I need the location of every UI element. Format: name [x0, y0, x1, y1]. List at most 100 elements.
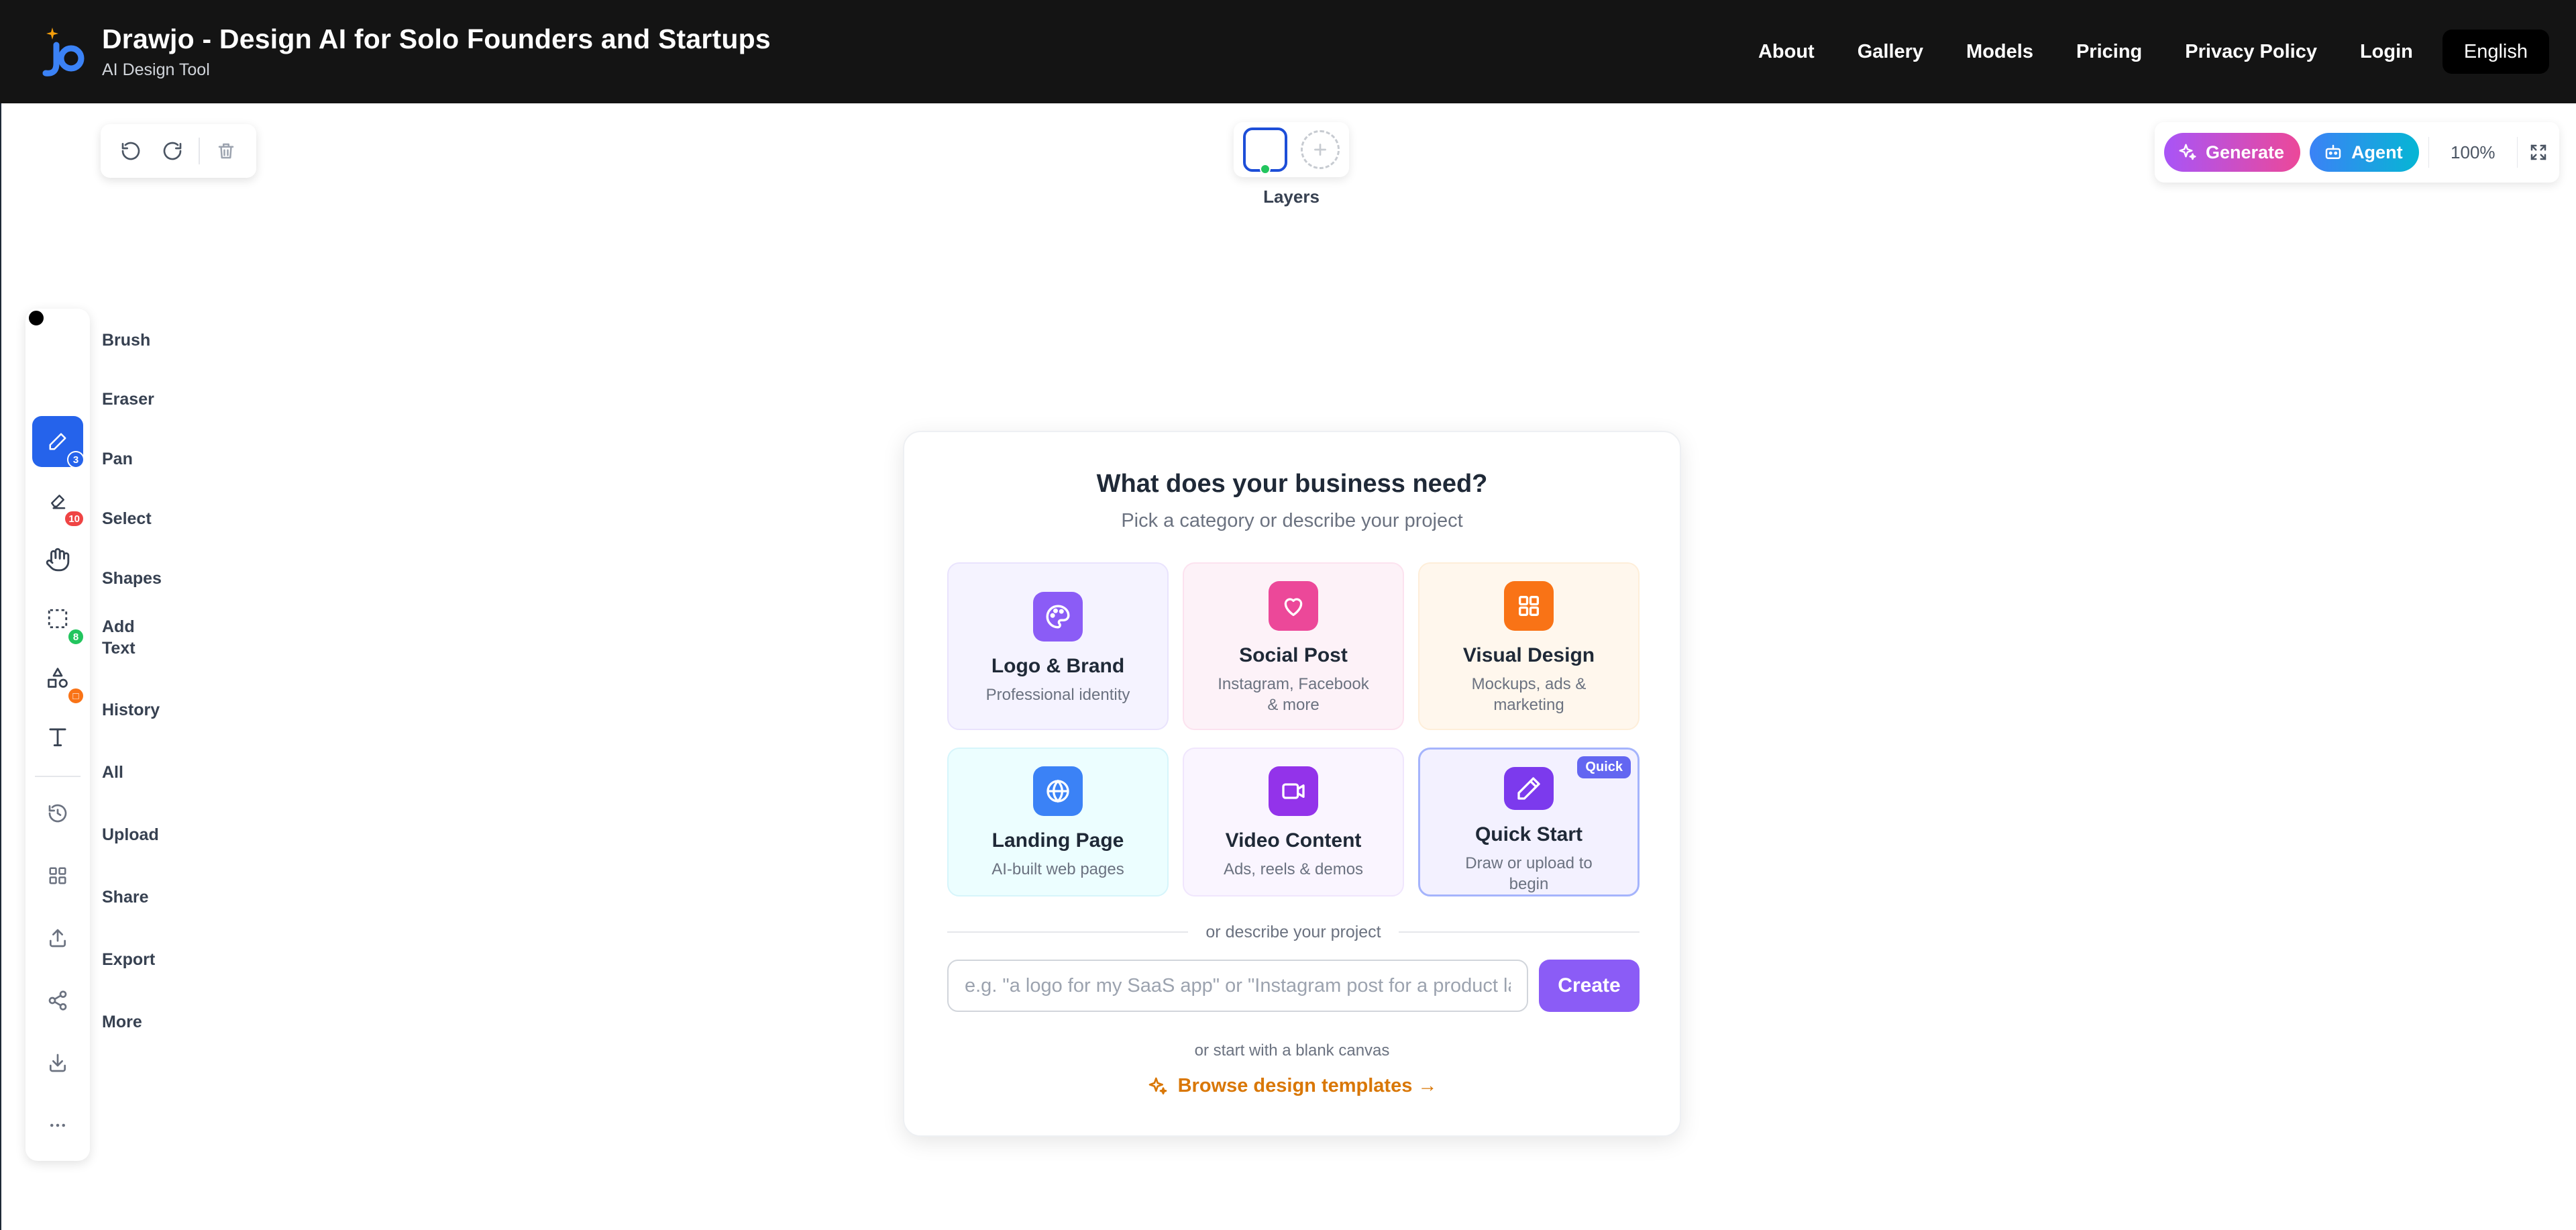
- brush-tool[interactable]: 3: [32, 416, 85, 468]
- shapes-badge: □: [67, 687, 85, 705]
- or-divider: or describe your project: [947, 922, 1640, 942]
- eraser-icon: [51, 495, 66, 509]
- zoom-level[interactable]: 100%: [2438, 142, 2508, 163]
- download-icon: [50, 1054, 66, 1072]
- pencil-icon: [1504, 767, 1554, 810]
- generate-button[interactable]: Generate: [2164, 133, 2301, 172]
- nav-gallery[interactable]: Gallery: [1836, 41, 1945, 63]
- divider: [2428, 137, 2430, 168]
- category-video-content[interactable]: Video Content Ads, reels & demos: [1183, 748, 1404, 896]
- divider-line: [947, 931, 1189, 933]
- language-selector[interactable]: English: [2442, 30, 2549, 74]
- eraser-size-badge: 10: [64, 510, 85, 527]
- select-label: Select: [102, 509, 152, 528]
- share-label: Share: [102, 888, 149, 907]
- add-text-label: Add Text: [102, 617, 136, 658]
- pan-tool[interactable]: [32, 534, 83, 585]
- layers-panel: [1234, 122, 1349, 177]
- card-title: What does your business need?: [1096, 470, 1488, 498]
- brush-label: Brush: [102, 331, 151, 350]
- generate-label: Generate: [2206, 142, 2285, 162]
- nav-login[interactable]: Login: [2339, 41, 2434, 63]
- upload-label: Upload: [102, 825, 159, 844]
- layers-label: Layers: [1263, 187, 1320, 207]
- active-layer-dot: [1260, 164, 1271, 174]
- design-canvas[interactable]: Layers Generate Agent 100% 3 10 8 □ Brus…: [0, 103, 2576, 1230]
- shapes-label: Shapes: [102, 569, 162, 588]
- trash-icon[interactable]: [211, 136, 241, 166]
- nav-privacy-policy[interactable]: Privacy Policy: [2163, 41, 2339, 63]
- heart-icon: [1269, 581, 1318, 631]
- category-desc: Instagram, Facebook & more: [1218, 675, 1369, 714]
- category-logo-brand[interactable]: Logo & Brand Professional identity: [947, 562, 1169, 730]
- color-indicator[interactable]: [27, 309, 46, 327]
- all-tool[interactable]: [32, 850, 83, 901]
- history-label: History: [102, 701, 160, 719]
- select-tool[interactable]: 8: [32, 593, 85, 646]
- nav-about[interactable]: About: [1737, 41, 1836, 63]
- divider-line: [1398, 931, 1640, 933]
- category-title: Quick Start: [1474, 823, 1583, 845]
- add-layer-button[interactable]: [1301, 130, 1340, 169]
- category-title: Video Content: [1225, 829, 1362, 852]
- category-title: Logo & Brand: [991, 655, 1125, 677]
- agent-button[interactable]: Agent: [2310, 133, 2419, 172]
- category-quick-start[interactable]: Quick Quick Start Draw or upload to begi…: [1418, 748, 1640, 896]
- export-tool[interactable]: [32, 1037, 83, 1088]
- category-desc: AI-built web pages: [991, 860, 1124, 878]
- brush-size-badge: 3: [67, 451, 85, 468]
- hand-icon: [46, 548, 70, 572]
- share-tool[interactable]: [32, 975, 83, 1026]
- more-tool[interactable]: [32, 1100, 83, 1151]
- video-icon: [1269, 766, 1318, 816]
- app-title: Drawjo - Design AI for Solo Founders and…: [102, 23, 771, 54]
- eraser-tool[interactable]: 10: [32, 475, 85, 527]
- category-landing-page[interactable]: Landing Page AI-built web pages: [947, 748, 1169, 896]
- nav-models[interactable]: Models: [1945, 41, 2055, 63]
- browse-templates-label: Browse design templates →: [1177, 1075, 1438, 1096]
- sparkles-icon: [1148, 1077, 1167, 1094]
- category-desc: Draw or upload to begin: [1465, 854, 1593, 893]
- category-social-post[interactable]: Social Post Instagram, Facebook & more: [1183, 562, 1404, 730]
- fullscreen-icon[interactable]: [2527, 137, 2550, 168]
- project-description-input[interactable]: [947, 960, 1528, 1012]
- drawjo-logo[interactable]: [31, 23, 87, 80]
- history-icon: [48, 804, 67, 823]
- business-needs-card: What does your business need? Pick a cat…: [903, 431, 1681, 1137]
- divider: [2516, 137, 2518, 168]
- text-icon: [49, 728, 66, 747]
- top-navbar: Drawjo - Design AI for Solo Founders and…: [0, 0, 2576, 103]
- grid-icon: [49, 867, 66, 884]
- select-icon: [48, 609, 68, 629]
- category-title: Social Post: [1239, 644, 1348, 666]
- more-icon: [50, 1123, 65, 1127]
- agent-label: Agent: [2351, 142, 2403, 162]
- brand[interactable]: Drawjo - Design AI for Solo Founders and…: [31, 23, 771, 80]
- category-title: Landing Page: [991, 829, 1124, 852]
- browse-templates-link[interactable]: Browse design templates →: [904, 1075, 1680, 1097]
- eraser-label: Eraser: [102, 390, 154, 409]
- divider: [35, 776, 80, 777]
- nav-links: About Gallery Models Pricing Privacy Pol…: [1737, 30, 2549, 74]
- undo-icon[interactable]: [115, 136, 146, 166]
- layer-thumbnail[interactable]: [1243, 127, 1287, 174]
- text-tool[interactable]: [32, 711, 83, 762]
- shapes-icon: [48, 668, 68, 688]
- all-label: All: [102, 763, 123, 782]
- card-subtitle: Pick a category or describe your project: [1121, 510, 1463, 531]
- history-tool[interactable]: [32, 788, 83, 839]
- bot-icon: [2325, 144, 2341, 159]
- export-label: Export: [102, 950, 156, 969]
- pan-label: Pan: [102, 450, 133, 468]
- nav-pricing[interactable]: Pricing: [2055, 41, 2163, 63]
- shapes-tool[interactable]: □: [32, 652, 85, 705]
- redo-icon[interactable]: [157, 136, 188, 166]
- category-desc: Professional identity: [985, 686, 1130, 704]
- category-visual-design[interactable]: Visual Design Mockups, ads & marketing: [1418, 562, 1640, 730]
- create-button[interactable]: Create: [1539, 960, 1640, 1012]
- grid-icon: [1504, 581, 1554, 631]
- quick-badge: Quick: [1577, 756, 1631, 778]
- globe-icon: [1033, 766, 1083, 816]
- upload-tool[interactable]: [32, 913, 83, 964]
- top-right-controls: Generate Agent 100%: [2155, 122, 2559, 183]
